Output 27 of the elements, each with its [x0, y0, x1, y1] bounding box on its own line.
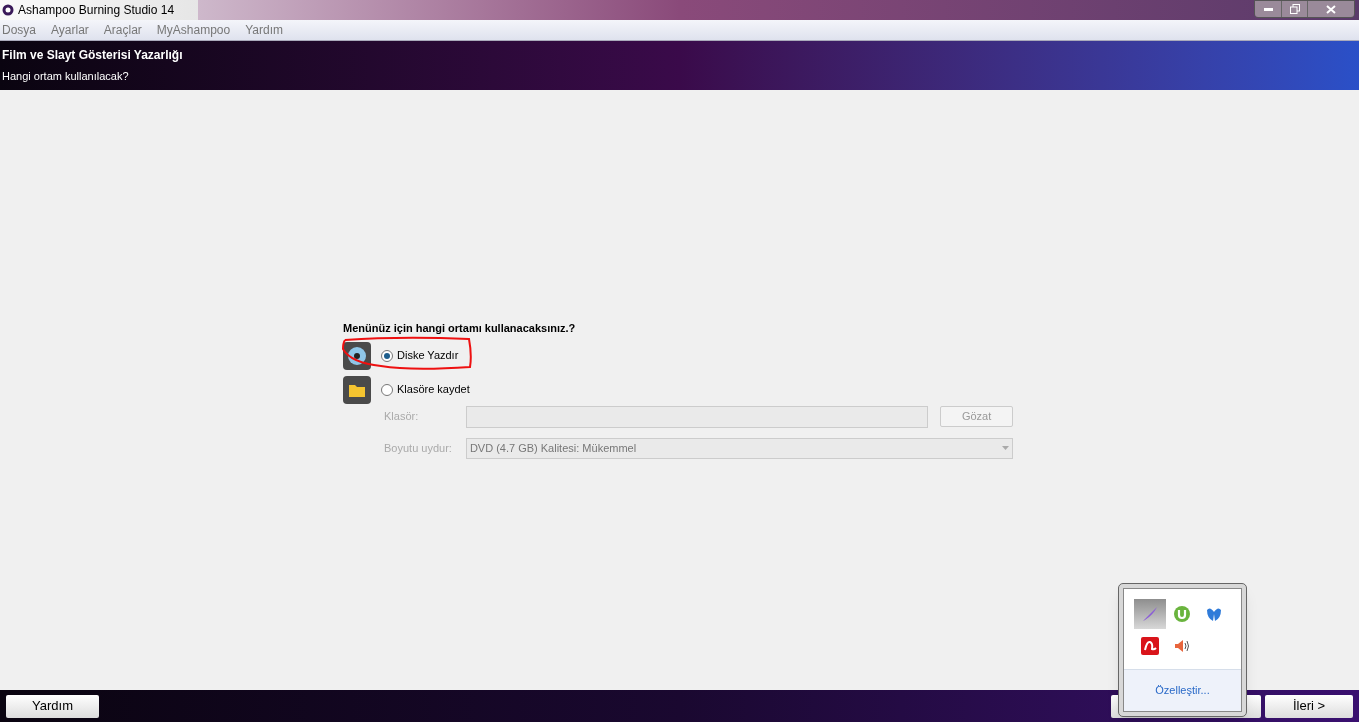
restore-button[interactable]: [1282, 1, 1308, 17]
torrent-icon: [1173, 605, 1191, 623]
close-icon: [1326, 4, 1336, 14]
banner-title: Film ve Slayt Gösterisi Yazarlığı: [2, 47, 184, 65]
tray-icon-slot[interactable]: [1134, 599, 1166, 629]
minimize-button[interactable]: [1255, 1, 1282, 17]
app-logo-icon: [2, 4, 14, 16]
help-button[interactable]: Yardım: [6, 694, 99, 718]
menu-item[interactable]: Ayarlar: [51, 21, 89, 39]
folder-label: Klasör:: [384, 409, 420, 425]
speaker-icon: [1173, 637, 1191, 655]
window-title: Ashampoo Burning Studio 14: [18, 2, 175, 19]
menu-item[interactable]: Yardım: [245, 21, 283, 39]
next-button[interactable]: İleri >: [1265, 694, 1353, 718]
fit-label: Boyutu uydur:: [384, 440, 453, 456]
menu-item[interactable]: Araçlar: [103, 21, 142, 39]
close-button[interactable]: [1308, 1, 1354, 17]
radio-option[interactable]: Klasöre kaydet: [381, 381, 470, 398]
restore-icon: [1289, 4, 1300, 14]
question-text: Menünüz için hangi ortamı kullanacaksınız.?: [343, 321, 577, 336]
menu-item[interactable]: MyAshampoo: [156, 21, 231, 39]
dropdown-caret-icon: [1002, 446, 1009, 450]
folder-icon: [343, 375, 371, 404]
customize-link[interactable]: Özelleştir...: [1155, 682, 1210, 699]
menu-item[interactable]: Dosya: [2, 21, 36, 39]
minimize-icon: [1263, 7, 1273, 11]
banner-subtitle: Hangi ortam kullanılacak?: [2, 69, 130, 85]
